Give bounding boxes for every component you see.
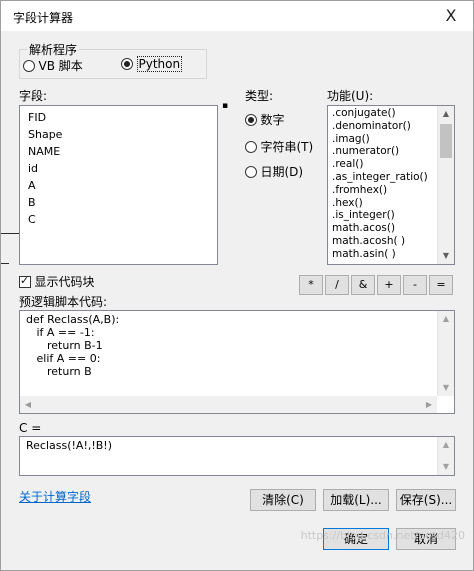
functions-label: 功能(U): [327, 89, 374, 103]
code-line: def Reclass(A,B): [26, 313, 120, 326]
prelogic-label: 预逻辑脚本代码: [19, 295, 108, 309]
code-line: return B-1 [26, 339, 103, 352]
type-option-label: 日期(D) [260, 165, 304, 179]
list-item[interactable]: math.acos() [328, 222, 454, 235]
list-item[interactable]: .conjugate() [328, 107, 454, 120]
operator-concat-button[interactable]: & [351, 275, 375, 295]
field-calculator-dialog: 字段计算器 X 解析程序 VB 脚本 Python 字段: FID Shape … [0, 0, 474, 571]
code-line: return B [26, 365, 92, 378]
fields-list[interactable]: FID Shape NAME id A B C [19, 105, 218, 265]
operator-multiply-button[interactable]: * [299, 275, 323, 295]
type-option-label: 字符串(T) [260, 140, 314, 154]
code-line: elif A == 0: [26, 352, 101, 365]
parser-option-label: Python [136, 56, 183, 72]
list-item[interactable]: .hex() [328, 197, 454, 210]
list-item[interactable]: .real() [328, 158, 454, 171]
parser-option-label: VB 脚本 [38, 59, 83, 73]
radio-selected-icon [245, 113, 257, 126]
type-option-label: 数字 [260, 113, 285, 127]
expression-vscrollbar[interactable]: ▲ ▼ [437, 437, 454, 475]
scroll-thumb[interactable] [440, 124, 452, 158]
list-item[interactable]: id [20, 160, 217, 177]
checkbox-checked-icon [19, 274, 31, 288]
list-item[interactable]: .numerator() [328, 145, 454, 158]
code-line: if A == -1: [26, 326, 95, 339]
about-calculate-field-link[interactable]: 关于计算字段 [19, 488, 91, 505]
expression-input[interactable]: Reclass(!A!,!B!) ▲ ▼ [19, 436, 455, 476]
parser-option-vb[interactable]: VB 脚本 [23, 57, 83, 74]
background-line [1, 263, 9, 264]
fields-label: 字段: [19, 89, 48, 103]
prelogic-hscrollbar[interactable]: ◀ ▶ [20, 396, 437, 413]
scroll-up-icon[interactable]: ▲ [438, 106, 454, 122]
list-item[interactable]: .imag() [328, 133, 454, 146]
list-item[interactable]: NAME [20, 143, 217, 160]
scroll-down-icon[interactable]: ▼ [438, 248, 454, 264]
scroll-up-icon[interactable]: ▲ [438, 311, 454, 327]
scroll-down-icon[interactable]: ▼ [438, 380, 454, 396]
operator-equals-button[interactable]: = [429, 275, 453, 295]
scroll-left-icon[interactable]: ◀ [20, 396, 36, 413]
operator-minus-button[interactable]: - [403, 275, 427, 295]
list-item[interactable]: math.acosh( ) [328, 235, 454, 248]
list-item[interactable]: Shape [20, 126, 217, 143]
radio-selected-icon [121, 58, 133, 70]
show-codeblock-checkbox[interactable]: 显示代码块 [19, 273, 95, 290]
expression-value: Reclass(!A!,!B!) [26, 439, 113, 452]
parser-group-label: 解析程序 [27, 41, 80, 58]
operator-plus-button[interactable]: + [377, 275, 401, 295]
list-item[interactable]: math.asin( ) [328, 248, 454, 261]
parser-option-python[interactable]: Python [121, 56, 183, 72]
list-item[interactable]: .denominator() [328, 120, 454, 133]
save-button[interactable]: 保存(S)... [396, 489, 456, 511]
prelogic-vscrollbar[interactable]: ▲ ▼ [437, 311, 454, 396]
list-item[interactable]: FID [20, 109, 217, 126]
expression-target-label: C = [19, 421, 42, 435]
list-item[interactable]: .as_integer_ratio() [328, 171, 454, 184]
list-item[interactable]: .fromhex() [328, 184, 454, 197]
radio-icon [245, 140, 257, 153]
list-item[interactable]: B [20, 194, 217, 211]
window-title: 字段计算器 [13, 11, 74, 25]
load-button[interactable]: 加载(L)... [323, 489, 389, 511]
watermark-text: https://blog.csdn.net/ucsd420 [300, 529, 465, 542]
background-line [1, 233, 21, 234]
close-button[interactable]: X [439, 5, 463, 27]
sort-handle-icon[interactable]: ▪ [222, 101, 228, 111]
scroll-down-icon[interactable]: ▼ [438, 459, 454, 475]
prelogic-code-editor[interactable]: def Reclass(A,B): if A == -1: return B-1… [19, 310, 455, 414]
type-option-string[interactable]: 字符串(T) [245, 138, 313, 155]
show-codeblock-label: 显示代码块 [34, 275, 95, 289]
scroll-right-icon[interactable]: ▶ [421, 396, 437, 413]
type-label: 类型: [245, 89, 274, 103]
list-item[interactable]: .is_integer() [328, 209, 454, 222]
clear-button[interactable]: 清除(C) [250, 489, 316, 511]
type-option-date[interactable]: 日期(D) [245, 163, 303, 180]
title-bar: 字段计算器 X [1, 1, 473, 31]
scroll-up-icon[interactable]: ▲ [438, 437, 454, 453]
radio-icon [245, 165, 257, 178]
radio-icon [23, 59, 35, 72]
operator-divide-button[interactable]: / [325, 275, 349, 295]
type-option-number[interactable]: 数字 [245, 111, 285, 128]
functions-list[interactable]: .conjugate() .denominator() .imag() .num… [327, 105, 455, 265]
list-item[interactable]: A [20, 177, 217, 194]
list-item[interactable]: C [20, 211, 217, 228]
functions-scrollbar[interactable]: ▲ ▼ [437, 106, 454, 264]
